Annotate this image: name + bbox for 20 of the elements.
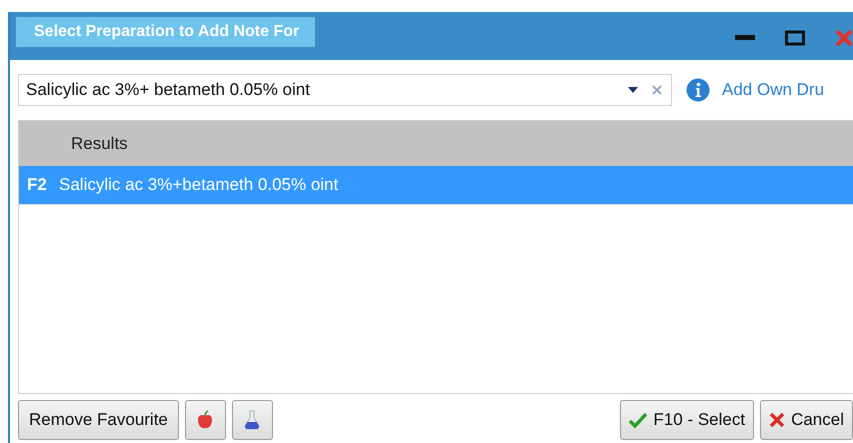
info-icon[interactable] (686, 78, 710, 102)
select-button[interactable]: F10 - Select (620, 400, 754, 440)
maximize-icon[interactable] (785, 30, 805, 46)
window-title: Select Preparation to Add Note For (16, 17, 316, 47)
clear-icon[interactable] (652, 85, 662, 95)
add-own-drug-link[interactable]: Add Own Dru (722, 80, 824, 100)
apple-icon (197, 410, 214, 430)
cancel-button[interactable]: Cancel (760, 400, 853, 440)
apple-button[interactable] (184, 400, 226, 440)
dropdown-icon[interactable] (628, 87, 638, 93)
search-field[interactable]: Salicylic ac 3%+ betameth 0.05% oint (18, 74, 672, 106)
remove-favourite-button[interactable]: Remove Favourite (18, 400, 179, 440)
column-header: Results (71, 134, 128, 154)
flask-button[interactable] (232, 400, 273, 440)
flask-icon (244, 410, 260, 430)
check-icon (629, 412, 648, 428)
result-name: Salicylic ac 3%+betameth 0.05% oint (59, 175, 338, 195)
minimize-icon[interactable] (735, 35, 755, 41)
cross-icon (769, 412, 786, 428)
shortcut-key: F2 (19, 175, 59, 195)
